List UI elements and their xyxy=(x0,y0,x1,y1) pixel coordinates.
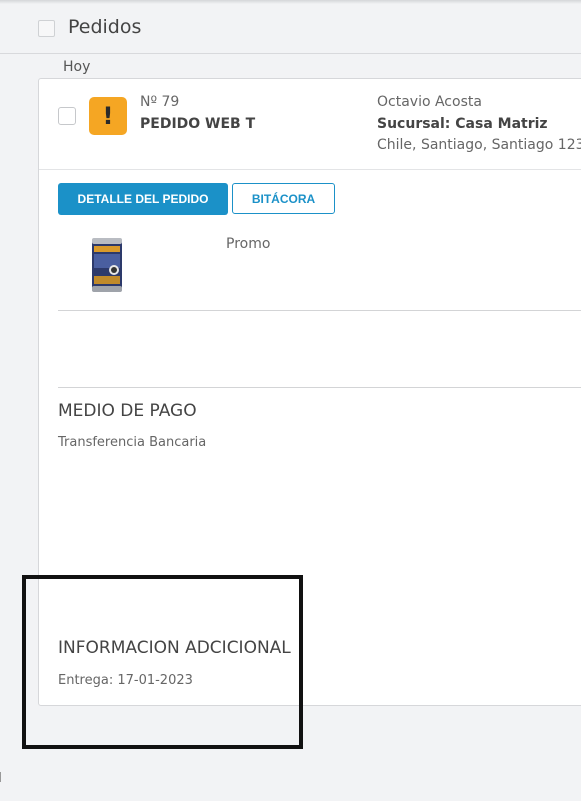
payment-title: MEDIO DE PAGO xyxy=(58,401,197,421)
card-divider xyxy=(39,169,581,170)
edge-mark xyxy=(0,772,1,782)
log-button[interactable]: BITÁCORA xyxy=(232,183,335,214)
section-divider xyxy=(58,387,581,388)
top-shadow xyxy=(0,0,581,4)
highlight-box xyxy=(22,575,303,749)
order-detail-button[interactable]: DETALLE DEL PEDIDO xyxy=(58,183,228,215)
product-name: Promo xyxy=(226,236,271,252)
page-title: Pedidos xyxy=(68,16,142,38)
page-header: Pedidos xyxy=(0,0,581,54)
customer-address: Chile, Santiago, Santiago 123 xyxy=(377,137,581,153)
customer-name: Octavio Acosta xyxy=(377,94,482,110)
branch-name: Sucursal: Casa Matriz xyxy=(377,116,548,132)
product-image xyxy=(92,238,122,292)
payment-method: Transferencia Bancaria xyxy=(58,435,207,450)
order-number: Nº 79 xyxy=(140,94,180,110)
warning-icon: ! xyxy=(89,97,127,135)
select-all-checkbox[interactable] xyxy=(38,20,55,37)
section-divider xyxy=(58,310,581,311)
order-name: PEDIDO WEB T xyxy=(140,116,256,132)
order-checkbox[interactable] xyxy=(58,107,76,125)
date-group-label: Hoy xyxy=(63,59,91,75)
